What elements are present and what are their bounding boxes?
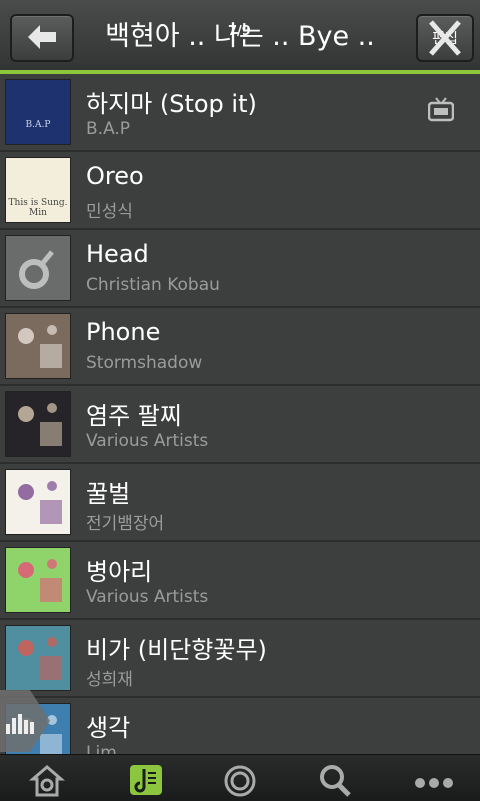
- equalizer-icon: [6, 714, 34, 734]
- tab-search[interactable]: [300, 755, 370, 801]
- list-item[interactable]: 생각 Lim: [0, 698, 480, 754]
- song-list[interactable]: B.A.P 하지마 (Stop it) B.A.P This is Sung. Min…: [0, 74, 480, 754]
- album-art: This is Sung. Min: [5, 157, 71, 223]
- album-art: [5, 235, 71, 301]
- tab-radio[interactable]: [205, 755, 275, 801]
- back-button[interactable]: [10, 14, 74, 62]
- top-bar: 백현아 .. 나는 .. Bye .. 7/9 편집: [0, 0, 480, 70]
- list-item[interactable]: 병아리 Various Artists: [0, 542, 480, 620]
- song-title: Phone: [86, 318, 161, 346]
- song-title: 비가 (비단향꽃무): [86, 636, 267, 664]
- overlay-counter: 7/9: [228, 24, 251, 39]
- tab-music[interactable]: [111, 755, 181, 801]
- album-art: [5, 547, 71, 613]
- song-artist: Various Artists: [86, 431, 209, 451]
- list-item[interactable]: This is Sung. Min Oreo 민성식: [0, 152, 480, 230]
- song-title: 하지마 (Stop it): [86, 90, 257, 118]
- headphones-icon: [224, 765, 256, 797]
- tab-more[interactable]: [397, 755, 467, 801]
- song-artist: Various Artists: [86, 587, 209, 607]
- album-art: [5, 625, 71, 691]
- more-icon: [415, 778, 453, 788]
- song-title: Head: [86, 240, 149, 268]
- song-artist: 전기뱀장어: [86, 514, 165, 534]
- album-art-text: This is Sung. Min: [8, 198, 68, 218]
- album-art-graphic: [18, 325, 62, 368]
- album-art-graphic: [18, 403, 62, 446]
- music-placeholder-icon: [19, 250, 54, 289]
- tab-home[interactable]: [12, 755, 82, 801]
- list-item[interactable]: Head Christian Kobau: [0, 230, 480, 308]
- song-title: 병아리: [86, 558, 153, 586]
- back-arrow-icon: [28, 25, 56, 49]
- song-title: Oreo: [86, 162, 144, 190]
- song-artist: Stormshadow: [86, 353, 203, 373]
- song-artist: Christian Kobau: [86, 275, 220, 295]
- list-item[interactable]: 꿀벌전기뱀장어: [0, 464, 480, 542]
- album-art: B.A.P: [5, 79, 71, 145]
- list-item[interactable]: B.A.P 하지마 (Stop it) B.A.P: [0, 74, 480, 152]
- song-artist: 민성식: [86, 202, 133, 222]
- list-item[interactable]: 염주 팔찌 Various Artists: [0, 386, 480, 464]
- song-artist: B.A.P: [86, 119, 131, 139]
- song-artist: Lim: [86, 743, 117, 754]
- album-art-graphic: [18, 481, 62, 524]
- album-art: [5, 391, 71, 457]
- song-title: 생각: [86, 714, 131, 742]
- song-title: 꿀벌: [86, 480, 131, 508]
- album-art: [5, 313, 71, 379]
- music-video-icon[interactable]: [427, 96, 455, 126]
- album-art-text: B.A.P: [25, 120, 51, 130]
- bottom-nav: [0, 754, 480, 801]
- album-art-graphic: [18, 559, 62, 602]
- close-icon: [429, 20, 461, 56]
- search-icon: [320, 765, 351, 797]
- album-art: [5, 469, 71, 535]
- music-note-icon: [130, 765, 162, 795]
- album-art-graphic: [18, 637, 62, 680]
- song-title: 염주 팔찌: [86, 402, 182, 430]
- list-item[interactable]: 비가 (비단향꽃무) 성희재: [0, 620, 480, 698]
- home-icon: [29, 765, 65, 797]
- list-item[interactable]: Phone Stormshadow: [0, 308, 480, 386]
- song-artist: 성희재: [86, 670, 133, 690]
- edit-button[interactable]: 편집: [416, 14, 474, 62]
